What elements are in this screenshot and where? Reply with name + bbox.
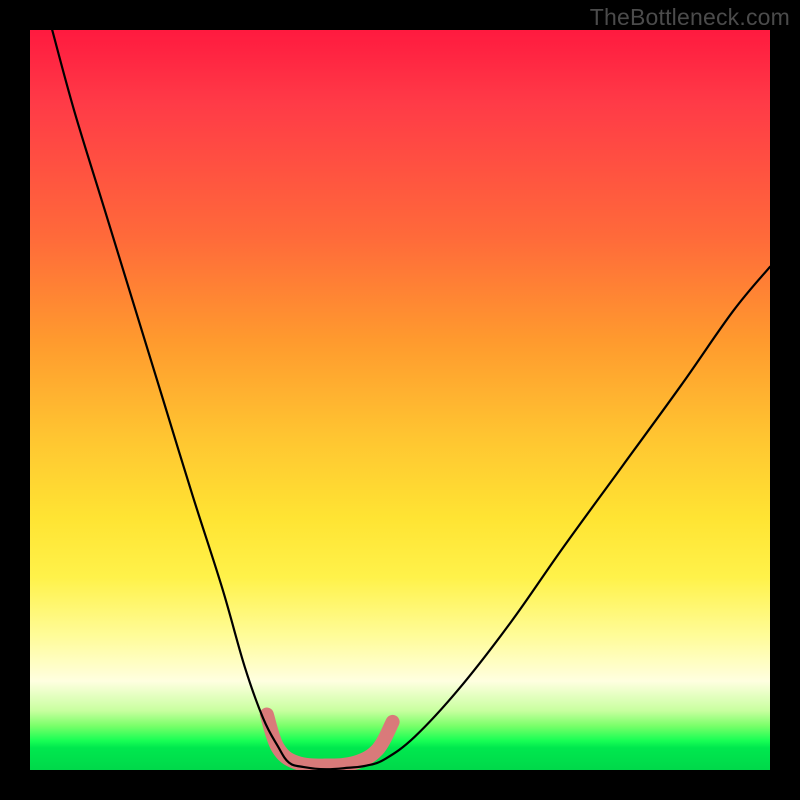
watermark-text: TheBottleneck.com xyxy=(590,4,790,31)
chart-frame: TheBottleneck.com xyxy=(0,0,800,800)
curve-layer xyxy=(30,30,770,770)
plot-area xyxy=(30,30,770,770)
main-curve-path xyxy=(52,30,770,769)
